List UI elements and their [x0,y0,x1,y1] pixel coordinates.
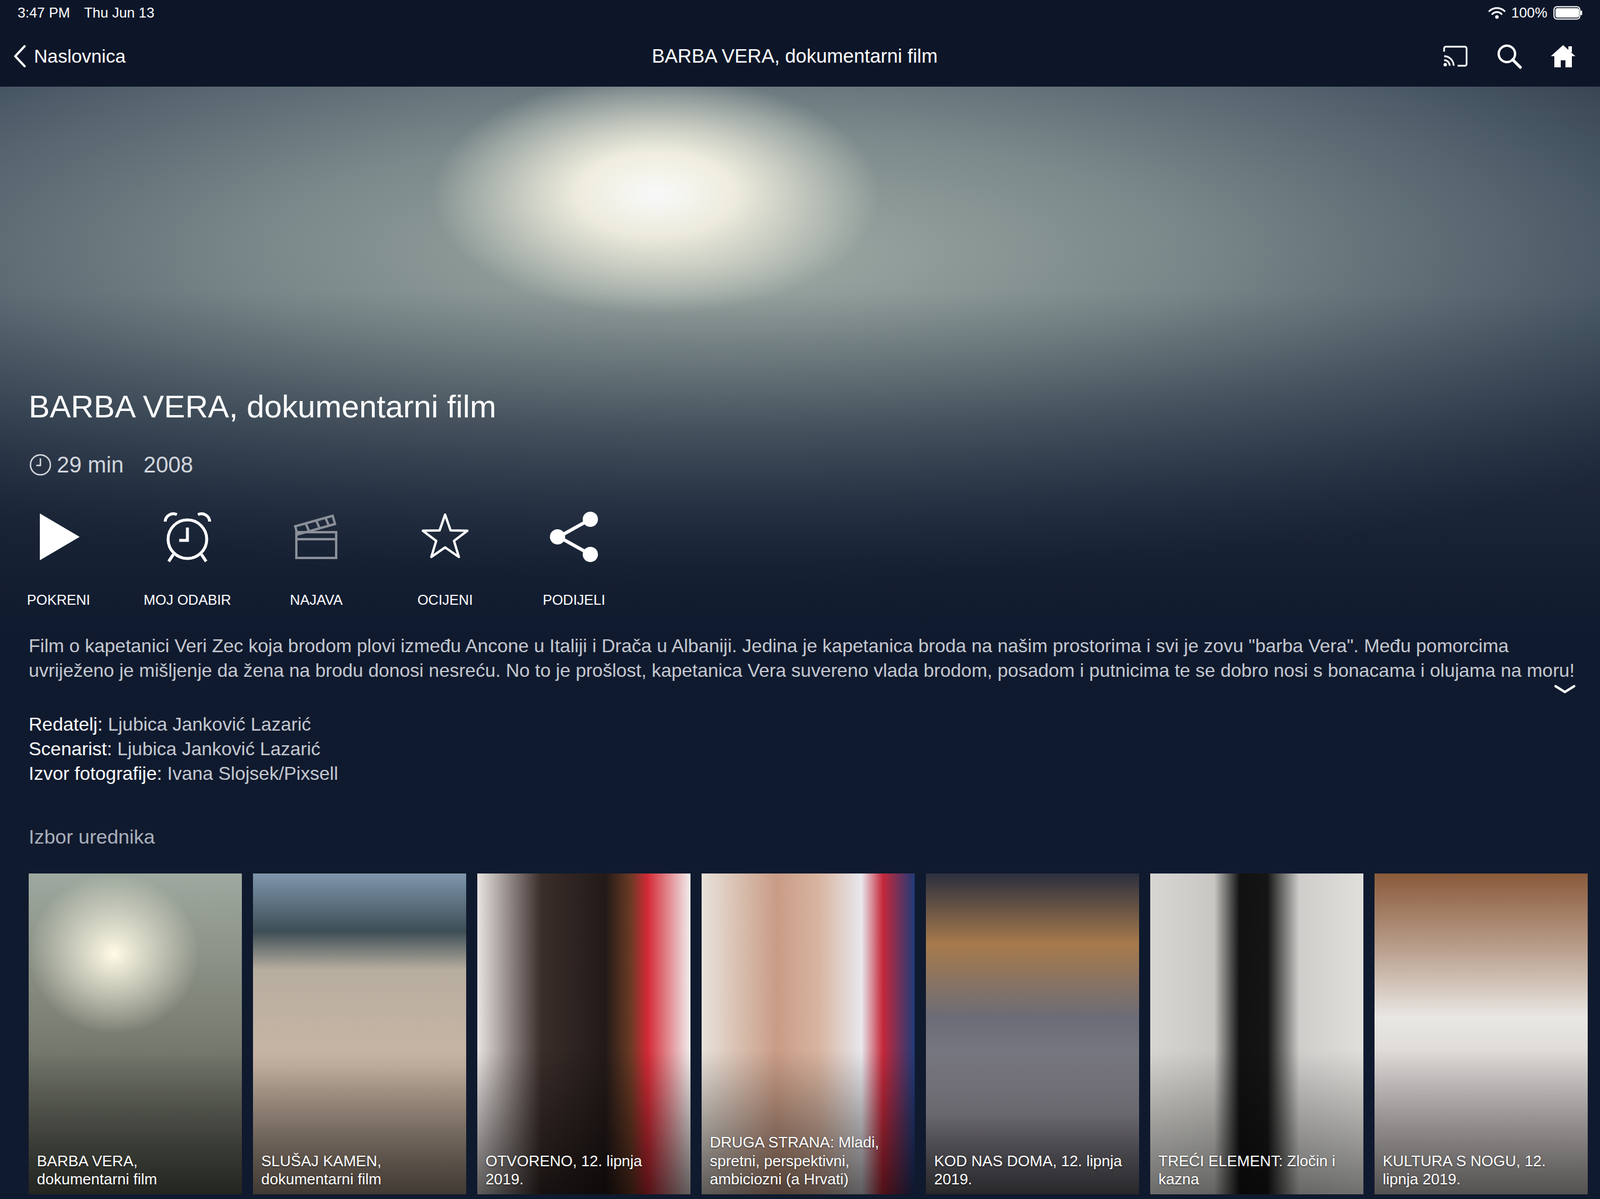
play-icon[interactable] [30,508,87,566]
nav-title: BARBA VERA, dokumentarni film [651,41,938,71]
star-icon[interactable] [416,508,474,566]
pick-card[interactable]: SLUŠAJ KAMEN, dokumentarni film [253,873,467,1195]
section-title: Izbor urednika [0,824,1600,850]
pick-card[interactable]: KOD NAS DOMA, 12. lipnja 2019. [925,873,1140,1195]
credit-line: Redatelj: Ljubica Janković Lazarić [28,712,1577,737]
nav-icons [937,42,1577,70]
credit-label: Redatelj: [28,713,103,735]
duration-text: 29 min [56,448,124,482]
show-title: BARBA VERA, dokumentarni film [28,387,1577,427]
pick-card[interactable]: BARBA VERA, dokumentarni film [28,873,242,1195]
action-label[interactable]: PODIJELI [542,592,606,610]
pick-caption[interactable]: DRUGA STRANA: Mladi, spretni, perspektiv… [701,1133,915,1195]
pick-caption[interactable]: BARBA VERA, dokumentarni film [28,1152,242,1195]
action-button: NAJAVA [257,508,375,610]
status-time: 3:47 PM [17,2,70,24]
action-button[interactable]: OCIJENI [386,508,504,610]
chevron-down-icon[interactable] [1553,682,1577,697]
nav-left: Naslovnica [12,42,652,71]
credit-label: Scenarist: [28,738,112,760]
action-button[interactable]: MOJ ODABIR [128,508,246,610]
show-meta: 29 min 2008 [28,448,1577,482]
year: 2008 [143,448,194,482]
description: Film o kapetanici Veri Zec koja brodom p… [0,633,1600,701]
credit-value: Ljubica Janković Lazarić [107,713,311,735]
pick-card[interactable]: KULTURA S NOGU, 12. lipnja 2019. [1374,873,1588,1195]
duration: 29 min [28,448,124,482]
editors-pick-row: BARBA VERA, dokumentarni film SLUŠAJ KAME… [0,873,1600,1199]
credits: Redatelj: Ljubica Janković LazarićScenar… [0,712,1600,786]
status-bar: 3:47 PM Thu Jun 13 100% [0,0,1600,26]
wifi-icon [1488,6,1506,20]
action-bar: POKRENI MOJ ODABIR NAJAVA OCIJENI PODIJELI [0,508,1577,610]
status-left: 3:47 PM Thu Jun 13 [17,2,155,24]
action-label[interactable]: OCIJENI [417,592,474,610]
hero: BARBA VERA, dokumentarni film 29 min 2008 P… [0,86,1600,629]
cast-icon[interactable] [1441,42,1469,70]
status-right: 100% [1488,2,1583,24]
search-icon[interactable] [1495,42,1523,70]
action-button[interactable]: POKRENI [0,508,118,610]
pick-card[interactable]: OTVORENO, 12. lipnja 2019. [477,873,691,1195]
pick-card[interactable]: TREĆI ELEMENT: Zločin i kazna [1150,873,1364,1195]
pick-card[interactable]: DRUGA STRANA: Mladi, spretni, perspektiv… [701,873,915,1195]
alarm-clock-icon[interactable] [159,508,216,566]
clock-icon [28,453,53,477]
status-date: Thu Jun 13 [83,2,155,24]
clapperboard-icon [288,508,345,566]
share-icon[interactable] [545,508,603,566]
battery-icon [1553,5,1583,20]
back-label[interactable]: Naslovnica [33,42,126,71]
action-label[interactable]: POKRENI [26,592,91,610]
action-button[interactable]: PODIJELI [515,508,633,610]
pick-caption[interactable]: OTVORENO, 12. lipnja 2019. [477,1152,691,1195]
pick-caption[interactable]: KOD NAS DOMA, 12. lipnja 2019. [925,1152,1140,1195]
credit-value: Ivana Slojsek/Pixsell [167,763,339,785]
chevron-left-icon[interactable] [12,44,27,68]
expand-row [28,682,1577,701]
battery-percent: 100% [1511,2,1548,24]
app-page: 3:47 PM Thu Jun 13 100% Naslovnica BARBA VER… [0,0,1600,1199]
action-label[interactable]: MOJ ODABIR [143,592,231,610]
action-label: NAJAVA [289,592,343,610]
back-button[interactable]: Naslovnica [12,42,126,71]
description-text: Film o kapetanici Veri Zec koja brodom p… [28,633,1577,683]
nav-bar: Naslovnica BARBA VERA, dokumentarni film [0,25,1600,87]
credit-value: Ljubica Janković Lazarić [117,738,321,760]
credit-line: Scenarist: Ljubica Janković Lazarić [28,736,1577,762]
pick-caption[interactable]: KULTURA S NOGU, 12. lipnja 2019. [1374,1152,1588,1195]
pick-caption[interactable]: TREĆI ELEMENT: Zločin i kazna [1150,1152,1364,1195]
home-icon[interactable] [1549,42,1577,70]
pick-caption[interactable]: SLUŠAJ KAMEN, dokumentarni film [253,1152,467,1195]
credit-label: Izvor fotografije: [28,763,163,785]
credit-line: Izvor fotografije: Ivana Slojsek/Pixsell [28,761,1577,786]
battery-fill [1555,8,1579,18]
